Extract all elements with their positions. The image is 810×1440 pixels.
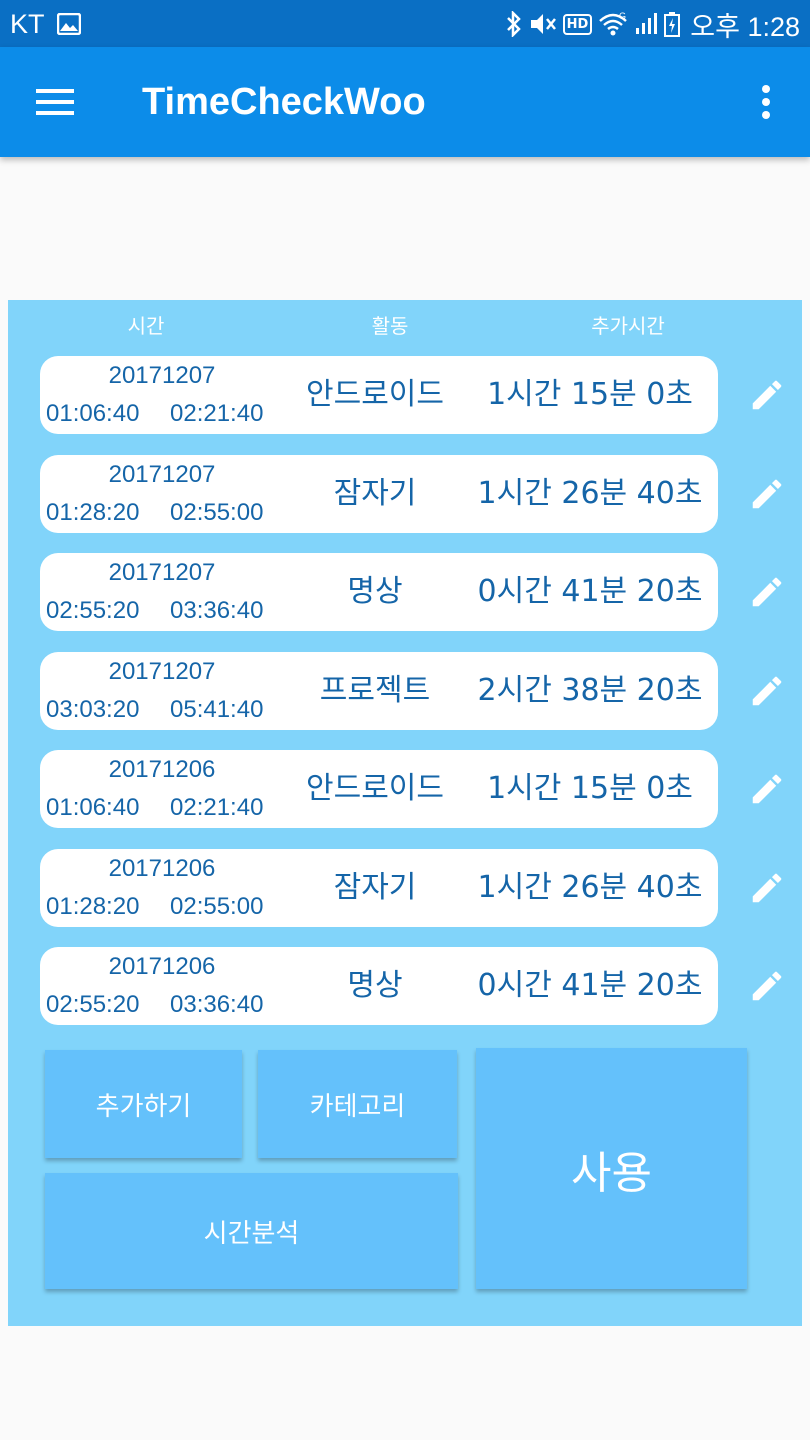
record-card[interactable]: 20171206 01:06:40 02:21:40 안드로이드 1시간 15분 0초 xyxy=(40,750,718,828)
record-activity: 잠자기 xyxy=(333,870,417,905)
record-duration: 0시간 41분 20초 xyxy=(477,968,703,1003)
record-card[interactable]: 20171206 02:55:20 03:36:40 명상 0시간 41분 20초 xyxy=(40,947,718,1025)
pencil-icon xyxy=(752,971,782,1001)
record-duration: 1시간 26분 40초 xyxy=(477,476,703,511)
record-start-time: 02:55:20 xyxy=(46,991,140,1018)
record-duration: 2시간 38분 20초 xyxy=(477,673,703,708)
network-type-label: G xyxy=(619,11,626,21)
record-end-time: 05:41:40 xyxy=(170,696,264,723)
signal-icon xyxy=(634,12,658,36)
record-activity: 명상 xyxy=(347,968,403,1003)
record-duration: 1시간 15분 0초 xyxy=(487,771,693,806)
record-card[interactable]: 20171206 01:28:20 02:55:00 잠자기 1시간 26분 40초 xyxy=(40,849,718,927)
record-date: 20171206 xyxy=(108,855,216,882)
status-bar: KT HD G 오후 1:28 xyxy=(0,0,810,47)
record-activity: 안드로이드 xyxy=(306,377,444,412)
edit-record-button[interactable] xyxy=(742,750,792,828)
header-activity: 활동 xyxy=(371,314,409,338)
edit-record-button[interactable] xyxy=(742,947,792,1025)
record-start-time: 03:03:20 xyxy=(46,696,140,723)
record-end-time: 03:36:40 xyxy=(170,991,264,1018)
pencil-icon xyxy=(752,774,782,804)
app-title: TimeCheckWoo xyxy=(142,81,426,123)
record-activity: 잠자기 xyxy=(333,476,417,511)
record-activity: 프로젝트 xyxy=(319,673,431,708)
record-start-time: 01:28:20 xyxy=(46,499,140,526)
record-activity: 안드로이드 xyxy=(306,771,444,806)
record-date: 20171207 xyxy=(108,559,216,586)
main-panel: 시간 활동 추가시간 20171207 01:06:40 02:21:40 안드로이드… xyxy=(8,300,802,1326)
edit-record-button[interactable] xyxy=(742,356,792,434)
header-time: 시간 xyxy=(127,314,165,338)
record-end-time: 02:21:40 xyxy=(170,794,264,821)
clock: 오후 1:28 xyxy=(690,11,800,42)
app-bar: TimeCheckWoo xyxy=(0,47,810,157)
record-date: 20171207 xyxy=(108,362,216,389)
record-duration: 1시간 15분 0초 xyxy=(487,377,693,412)
pencil-icon xyxy=(752,380,782,410)
record-activity: 명상 xyxy=(347,574,403,609)
record-date: 20171207 xyxy=(108,461,216,488)
time-analysis-button[interactable]: 시간분석 xyxy=(45,1173,458,1289)
record-end-time: 02:21:40 xyxy=(170,400,264,427)
pencil-icon xyxy=(752,577,782,607)
record-duration: 1시간 26분 40초 xyxy=(477,870,703,905)
record-date: 20171206 xyxy=(108,953,216,980)
record-card[interactable]: 20171207 01:06:40 02:21:40 안드로이드 1시간 15분 0초 xyxy=(40,356,718,434)
header-extra-time: 추가시간 xyxy=(591,314,665,338)
record-card[interactable]: 20171207 01:28:20 02:55:00 잠자기 1시간 26분 40초 xyxy=(40,455,718,533)
record-start-time: 02:55:20 xyxy=(46,597,140,624)
record-end-time: 02:55:00 xyxy=(170,893,264,920)
hd-icon: HD xyxy=(562,13,593,35)
image-icon xyxy=(56,13,81,35)
record-start-time: 01:06:40 xyxy=(46,794,140,821)
wifi-icon: G xyxy=(598,11,628,37)
category-button[interactable]: 카테고리 xyxy=(258,1050,457,1158)
pencil-icon xyxy=(752,479,782,509)
record-card[interactable]: 20171207 03:03:20 05:41:40 프로젝트 2시간 38분 20초 xyxy=(40,652,718,730)
record-start-time: 01:06:40 xyxy=(46,400,140,427)
record-duration: 0시간 41분 20초 xyxy=(477,574,703,609)
use-button[interactable]: 사용 xyxy=(476,1048,747,1289)
record-date: 20171206 xyxy=(108,756,216,783)
battery-icon xyxy=(664,11,681,37)
pencil-icon xyxy=(752,873,782,903)
record-date: 20171207 xyxy=(108,658,216,685)
more-vert-icon xyxy=(762,85,770,119)
mute-icon xyxy=(529,11,557,37)
edit-record-button[interactable] xyxy=(742,553,792,631)
pencil-icon xyxy=(752,676,782,706)
edit-record-button[interactable] xyxy=(742,849,792,927)
record-end-time: 02:55:00 xyxy=(170,499,264,526)
carrier-label: KT xyxy=(10,8,45,39)
record-start-time: 01:28:20 xyxy=(46,893,140,920)
edit-record-button[interactable] xyxy=(742,455,792,533)
add-button[interactable]: 추가하기 xyxy=(45,1050,242,1158)
bluetooth-icon xyxy=(505,11,523,37)
edit-record-button[interactable] xyxy=(742,652,792,730)
record-card[interactable]: 20171207 02:55:20 03:36:40 명상 0시간 41분 20초 xyxy=(40,553,718,631)
overflow-menu-button[interactable] xyxy=(744,77,788,127)
menu-button[interactable] xyxy=(28,77,82,127)
hamburger-menu-icon xyxy=(36,89,74,115)
record-end-time: 03:36:40 xyxy=(170,597,264,624)
